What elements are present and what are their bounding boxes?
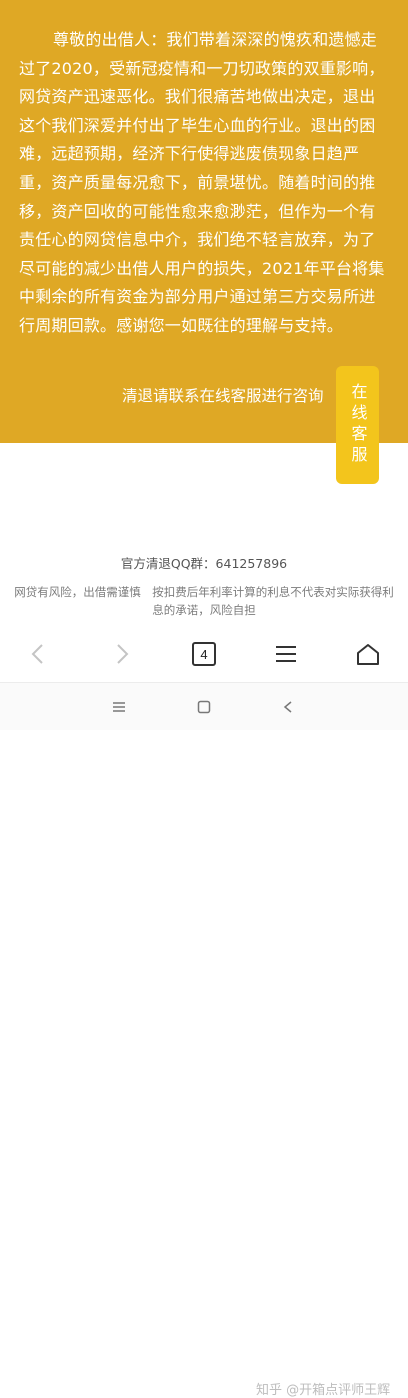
back-icon <box>31 644 43 664</box>
forward-button[interactable] <box>97 626 147 682</box>
watermark: 知乎 @开箱点评师王辉 <box>256 1383 391 1398</box>
menu-icon <box>276 646 296 662</box>
menu-button[interactable] <box>261 626 311 682</box>
online-service-button[interactable]: 在线客服 <box>336 366 379 484</box>
home-icon <box>357 644 379 665</box>
recent-apps-button[interactable] <box>99 683 139 730</box>
tabs-icon: 4 <box>192 642 216 666</box>
notice-body: 尊敬的出借人：我们带着深深的愧疚和遗憾走过了2020，受新冠疫情和一刀切政策的双… <box>19 30 385 335</box>
home-square-icon <box>197 700 211 713</box>
back-button[interactable] <box>13 626 63 682</box>
system-back-button[interactable] <box>268 683 308 730</box>
tabs-button[interactable]: 4 <box>179 626 229 682</box>
forward-icon <box>117 644 129 664</box>
qq-group-text: 官方清退QQ群：641257896 <box>120 556 288 571</box>
recent-apps-icon <box>113 701 125 712</box>
contact-line: 清退请联系在线客服进行咨询 <box>122 387 324 405</box>
back-triangle-icon <box>283 700 292 713</box>
system-nav-bar: 知乎 @开箱点评师王辉 <box>0 682 408 1398</box>
browser-toolbar: 4 <box>0 626 408 682</box>
risk-disclaimer: 网贷有风险，出借需谨慎 按扣费后年利率计算的利息不代表对实际获得利息的承诺，风险… <box>14 585 394 617</box>
home-button[interactable] <box>343 626 393 682</box>
online-service-label: 在线客服 <box>348 383 368 467</box>
system-home-button[interactable] <box>184 683 224 730</box>
